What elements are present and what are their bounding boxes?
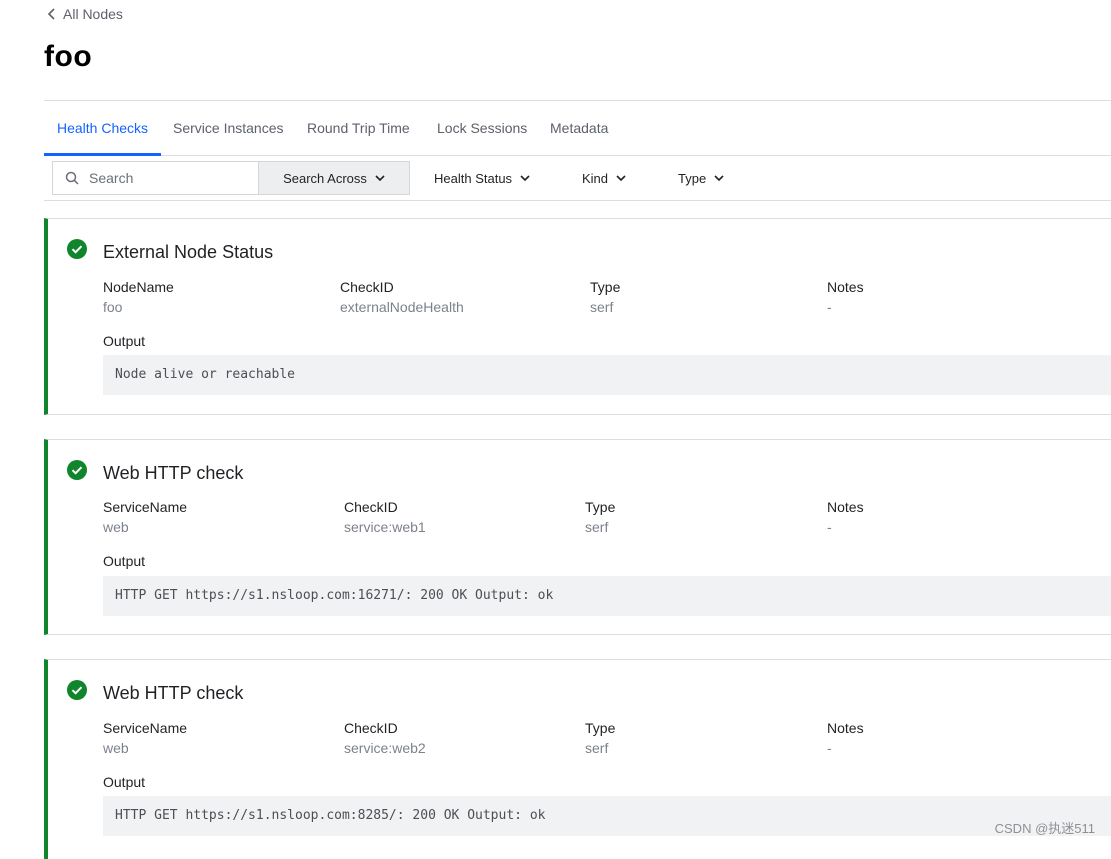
search-across-label: Search Across (283, 170, 367, 186)
field-value: - (827, 740, 832, 756)
field-value: serf (585, 740, 609, 756)
output-label: Output (103, 333, 146, 349)
check-title: Web HTTP check (103, 463, 244, 483)
field-label: ServiceName (103, 720, 188, 736)
health-check-card: External Node Status NodeName foo CheckI… (44, 218, 1111, 415)
field-value: serf (590, 299, 614, 315)
tab-metadata[interactable]: Metadata (550, 101, 608, 156)
field-value: service:web1 (344, 519, 426, 535)
field-label: Notes (827, 720, 864, 736)
type-filter[interactable]: Type (678, 161, 724, 195)
check-output: Node alive or reachable (103, 355, 1111, 395)
field-label: Type (585, 499, 616, 515)
tab-service-instances[interactable]: Service Instances (173, 101, 284, 156)
type-filter-label: Type (678, 170, 707, 186)
field-value: externalNodeHealth (340, 299, 464, 315)
check-output: HTTP GET https://s1.nsloop.com:8285/: 20… (103, 796, 1111, 836)
field-value: web (103, 740, 129, 756)
filter-toolbar: Search Across Health Status Kind Type (44, 157, 1111, 201)
chevron-down-icon (375, 174, 385, 181)
output-label: Output (103, 553, 146, 569)
chevron-left-icon (47, 8, 55, 20)
check-title: Web HTTP check (103, 683, 244, 703)
check-circle-icon (67, 460, 87, 480)
field-label: Type (590, 279, 621, 295)
kind-filter-label: Kind (582, 170, 609, 186)
field-label: CheckID (340, 279, 394, 295)
health-status-filter[interactable]: Health Status (434, 161, 530, 195)
field-label: Type (585, 720, 616, 736)
search-icon (65, 171, 79, 185)
output-label: Output (103, 774, 146, 790)
health-status-filter-label: Health Status (434, 170, 513, 186)
tab-bar: Health Checks Service Instances Round Tr… (44, 100, 1111, 156)
field-label: NodeName (103, 279, 174, 295)
tab-round-trip-time[interactable]: Round Trip Time (307, 101, 410, 156)
watermark: CSDN @执迷511 (994, 821, 1095, 836)
health-check-card: Web HTTP check ServiceName web CheckID s… (44, 439, 1111, 635)
field-label: CheckID (344, 720, 398, 736)
field-value: - (827, 299, 832, 315)
field-value: - (827, 519, 832, 535)
check-circle-icon (67, 239, 87, 259)
page-title: foo (44, 40, 93, 73)
field-label: CheckID (344, 499, 398, 515)
chevron-down-icon (616, 174, 626, 181)
field-label: ServiceName (103, 499, 188, 515)
search-across-dropdown[interactable]: Search Across (258, 161, 410, 195)
field-label: Notes (827, 279, 864, 295)
health-check-card: Web HTTP check ServiceName web CheckID s… (44, 659, 1111, 859)
field-value: serf (585, 519, 609, 535)
search-input[interactable] (89, 170, 239, 186)
check-output: HTTP GET https://s1.nsloop.com:16271/: 2… (103, 576, 1111, 616)
field-value: web (103, 519, 129, 535)
field-value: foo (103, 299, 123, 315)
field-label: Notes (827, 499, 864, 515)
back-link-label: All Nodes (63, 6, 123, 22)
check-title: External Node Status (103, 242, 274, 262)
kind-filter[interactable]: Kind (582, 161, 626, 195)
tab-lock-sessions[interactable]: Lock Sessions (437, 101, 527, 156)
field-value: service:web2 (344, 740, 426, 756)
back-to-all-nodes-link[interactable]: All Nodes (47, 5, 123, 23)
chevron-down-icon (714, 174, 724, 181)
tab-health-checks[interactable]: Health Checks (44, 101, 162, 156)
search-box (52, 161, 258, 195)
chevron-down-icon (520, 174, 530, 181)
check-circle-icon (67, 680, 87, 700)
